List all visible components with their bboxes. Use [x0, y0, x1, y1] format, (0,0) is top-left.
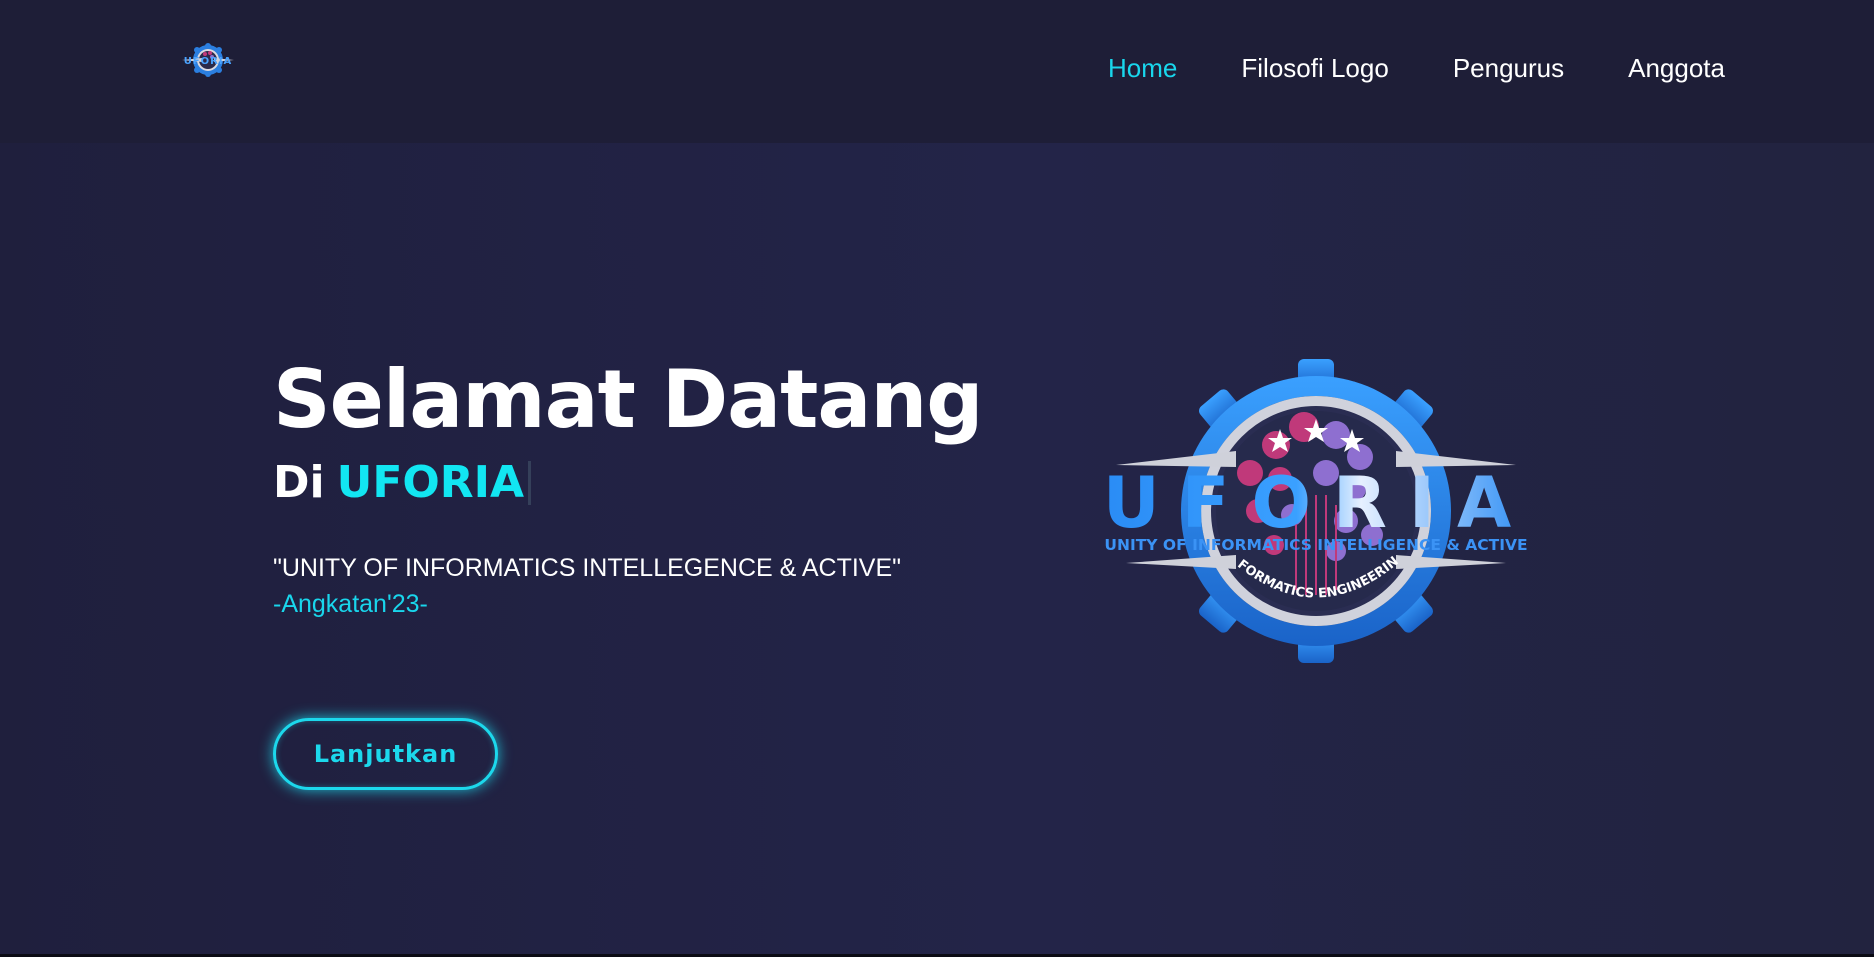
- typing-cursor: [528, 461, 532, 505]
- nav-home[interactable]: Home: [1108, 53, 1177, 84]
- site-header: UFORIA Home Filosofi Logo Pengurus Anggo…: [0, 0, 1874, 143]
- lower-right-wing: [1396, 555, 1506, 569]
- hero-title: Selamat Datang: [273, 353, 984, 446]
- hero-section: Selamat Datang Di UFORIA "UNITY OF INFOR…: [273, 350, 1033, 620]
- lower-left-wing: [1126, 555, 1236, 569]
- hero-sub-prefix: Di: [273, 457, 325, 508]
- nav-pengurus[interactable]: Pengurus: [1453, 53, 1564, 84]
- continue-button[interactable]: Lanjutkan: [273, 718, 498, 790]
- nav-anggota[interactable]: Anggota: [1628, 53, 1725, 84]
- emblem-tagline: UNITY OF INFORMATICS INTELLIGENCE & ACTI…: [1104, 536, 1527, 554]
- main-nav: Home Filosofi Logo Pengurus Anggota: [1108, 50, 1725, 86]
- hero-sub-name: UFORIA: [336, 457, 525, 508]
- hero-batch: -Angkatan'23-: [273, 590, 428, 618]
- uforia-emblem: UFORIA UNITY OF INFORMATICS INTELLIGENCE…: [1036, 355, 1533, 663]
- hero-subtitle: Di UFORIA: [273, 456, 1033, 510]
- logo-wordmark: UFORIA: [184, 56, 233, 67]
- nav-filosofi-logo[interactable]: Filosofi Logo: [1241, 53, 1388, 84]
- emblem-wordmark: UFORIA: [1103, 462, 1533, 544]
- uforia-logo[interactable]: UFORIA: [176, 40, 240, 80]
- hero-motto: "UNITY OF INFORMATICS INTELLEGENCE & ACT…: [273, 554, 902, 582]
